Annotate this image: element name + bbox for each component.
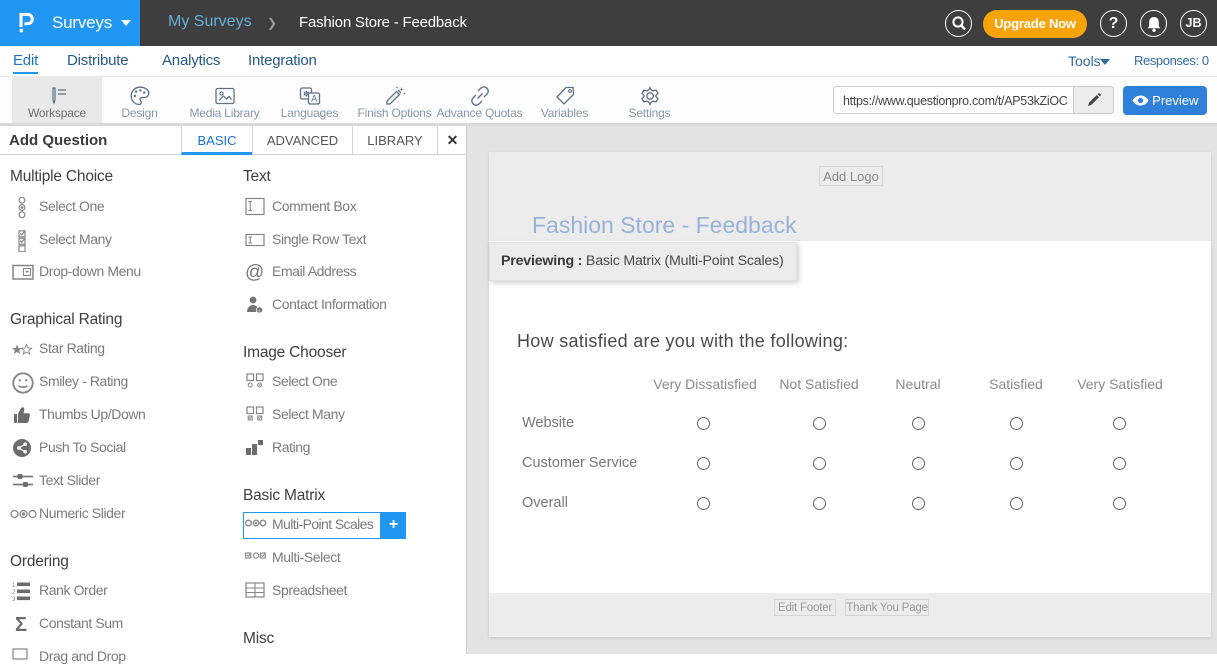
svg-text:A: A (311, 94, 317, 104)
svg-text:1: 1 (12, 583, 16, 589)
svg-text:i: i (259, 308, 260, 313)
svg-text:Σ: Σ (15, 614, 27, 634)
svg-text:3: 3 (12, 597, 16, 601)
svg-text:@: @ (245, 262, 264, 282)
svg-text:2: 2 (12, 590, 16, 596)
